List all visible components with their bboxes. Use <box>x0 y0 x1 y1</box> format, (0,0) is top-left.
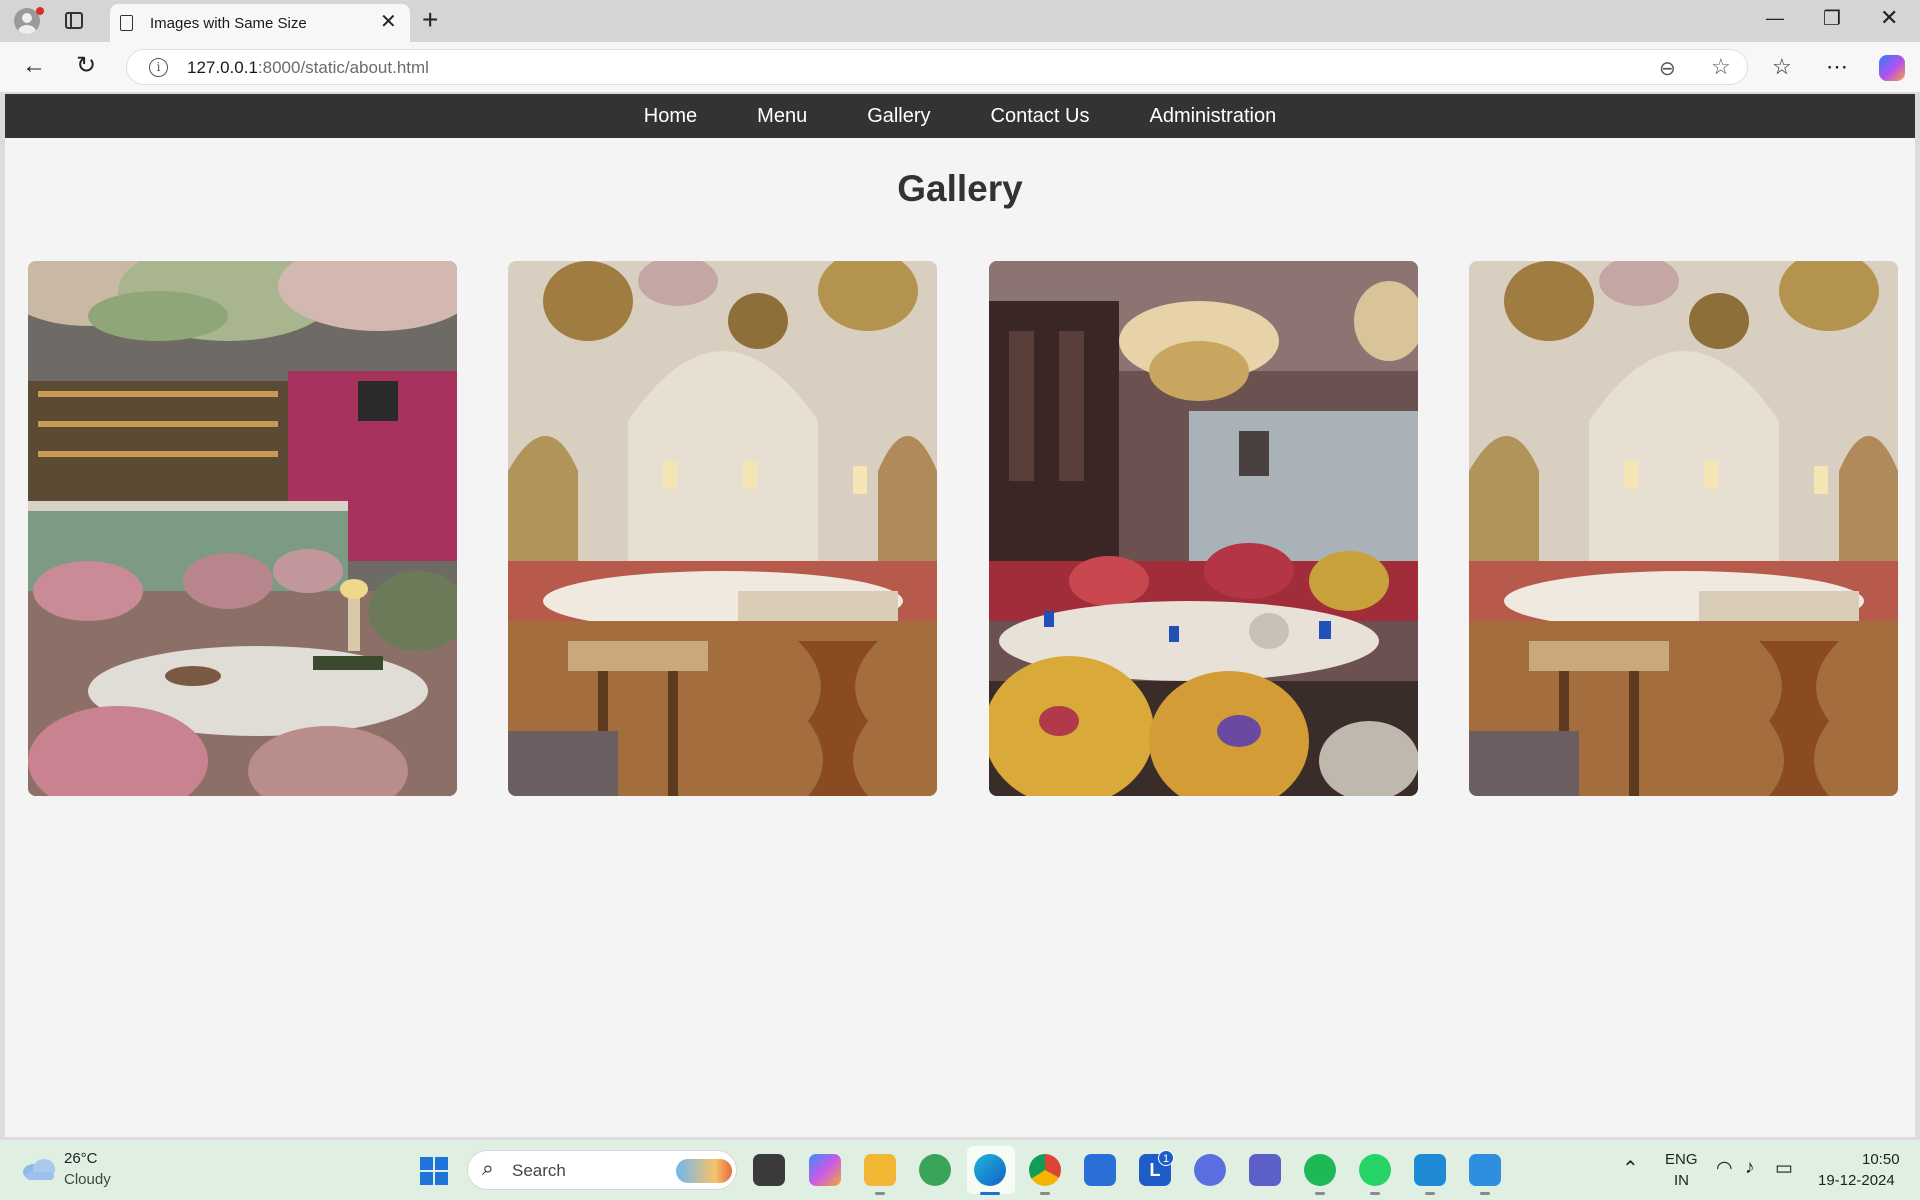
gallery-image-2 <box>508 261 938 796</box>
url-path: :8000/static/about.html <box>257 58 429 77</box>
chrome-icon[interactable] <box>1029 1154 1061 1186</box>
taskbar-search[interactable]: ⌕ Search <box>467 1150 737 1190</box>
region-indicator[interactable]: IN <box>1674 1172 1689 1189</box>
volume-icon[interactable]: ♪ <box>1745 1157 1755 1179</box>
weather-temperature[interactable]: 26°C <box>64 1150 98 1167</box>
show-hidden-icons-icon[interactable]: ⌃ <box>1622 1156 1639 1181</box>
microsoft-store-icon[interactable] <box>1084 1154 1116 1186</box>
url-text[interactable]: 127.0.0.1:8000/static/about.html <box>187 58 429 78</box>
search-icon: ⌕ <box>482 1157 494 1180</box>
active-tab[interactable]: Images with Same Size ✕ <box>110 4 410 42</box>
gallery-image-1 <box>28 261 457 796</box>
active-indicator <box>980 1192 1000 1195</box>
clock-time[interactable]: 10:50 <box>1862 1151 1900 1168</box>
zoom-out-icon[interactable]: ⊖ <box>1659 56 1676 81</box>
gallery-image-3 <box>988 261 1418 796</box>
notification-badge: 1 <box>1158 1150 1174 1166</box>
green-circle-app-icon[interactable] <box>919 1154 951 1186</box>
whatsapp-icon[interactable] <box>1359 1154 1391 1186</box>
running-indicator <box>1315 1192 1325 1195</box>
search-placeholder: Search <box>512 1161 566 1180</box>
running-indicator <box>1480 1192 1490 1195</box>
more-options-icon[interactable]: ⋯ <box>1826 54 1848 80</box>
running-indicator <box>1370 1192 1380 1195</box>
tab-close-icon[interactable]: ✕ <box>380 12 397 32</box>
nav-home[interactable]: Home <box>644 105 697 128</box>
restore-icon[interactable]: ❐ <box>1823 6 1841 31</box>
tab-actions-icon[interactable] <box>65 12 83 29</box>
language-indicator[interactable]: ENG <box>1665 1151 1698 1168</box>
site-info-icon[interactable]: i <box>149 58 168 77</box>
nav-administration[interactable]: Administration <box>1149 105 1276 128</box>
windows-taskbar: 26°C Cloudy ⌕ Search L 1 ⌃ ENG IN ◠ ♪ ▭ … <box>0 1140 1920 1200</box>
url-host: 127.0.0.1 <box>187 58 258 77</box>
address-bar[interactable]: i 127.0.0.1:8000/static/about.html ⊖ ☆ <box>126 49 1748 85</box>
favorite-star-icon[interactable]: ☆ <box>1711 54 1731 80</box>
close-window-icon[interactable]: ✕ <box>1880 5 1898 31</box>
tab-title: Images with Same Size <box>150 15 307 32</box>
page-viewport: Home Menu Gallery Contact Us Administrat… <box>5 94 1915 1137</box>
back-arrow-icon[interactable]: ← <box>22 51 46 81</box>
tab-strip: Images with Same Size ✕ + — ❐ ✕ <box>0 0 1920 42</box>
page-title: Gallery <box>897 168 1023 209</box>
file-explorer-icon[interactable] <box>864 1154 896 1186</box>
image-gallery <box>28 261 1898 796</box>
refresh-icon[interactable]: ↻ <box>76 51 96 81</box>
new-tab-icon[interactable]: + <box>422 6 438 34</box>
copilot-app-icon[interactable] <box>809 1154 841 1186</box>
running-indicator <box>1040 1192 1050 1195</box>
running-indicator <box>875 1192 885 1195</box>
page-document-icon <box>120 15 133 31</box>
teams-icon[interactable] <box>1249 1154 1281 1186</box>
site-navbar: Home Menu Gallery Contact Us Administrat… <box>5 94 1915 138</box>
task-view-icon[interactable] <box>753 1154 785 1186</box>
profile-notification-dot <box>36 7 44 15</box>
address-toolbar: ← ↻ i 127.0.0.1:8000/static/about.html ⊖… <box>0 42 1920 92</box>
wifi-icon[interactable]: ◠ <box>1716 1157 1733 1180</box>
search-highlight-art-icon <box>676 1159 732 1183</box>
minimize-icon[interactable]: — <box>1766 8 1784 29</box>
spotify-icon[interactable] <box>1304 1154 1336 1186</box>
nav-contact-us[interactable]: Contact Us <box>991 105 1090 128</box>
nav-gallery[interactable]: Gallery <box>867 105 930 128</box>
running-indicator <box>1425 1192 1435 1195</box>
triangle-app-icon[interactable] <box>1194 1154 1226 1186</box>
weather-condition[interactable]: Cloudy <box>64 1171 111 1188</box>
gallery-image-4 <box>1468 261 1898 796</box>
vscode-icon[interactable] <box>1414 1154 1446 1186</box>
windows-start-icon[interactable] <box>420 1157 448 1185</box>
nav-menu[interactable]: Menu <box>757 105 807 128</box>
photos-icon[interactable] <box>1469 1154 1501 1186</box>
edge-browser-icon[interactable] <box>974 1154 1006 1186</box>
favorites-list-icon[interactable]: ☆ <box>1772 54 1792 80</box>
cloud-weather-icon[interactable] <box>22 1158 56 1180</box>
battery-icon[interactable]: ▭ <box>1775 1157 1793 1180</box>
clock-date[interactable]: 19-12-2024 <box>1818 1172 1895 1189</box>
copilot-icon[interactable] <box>1879 55 1905 81</box>
